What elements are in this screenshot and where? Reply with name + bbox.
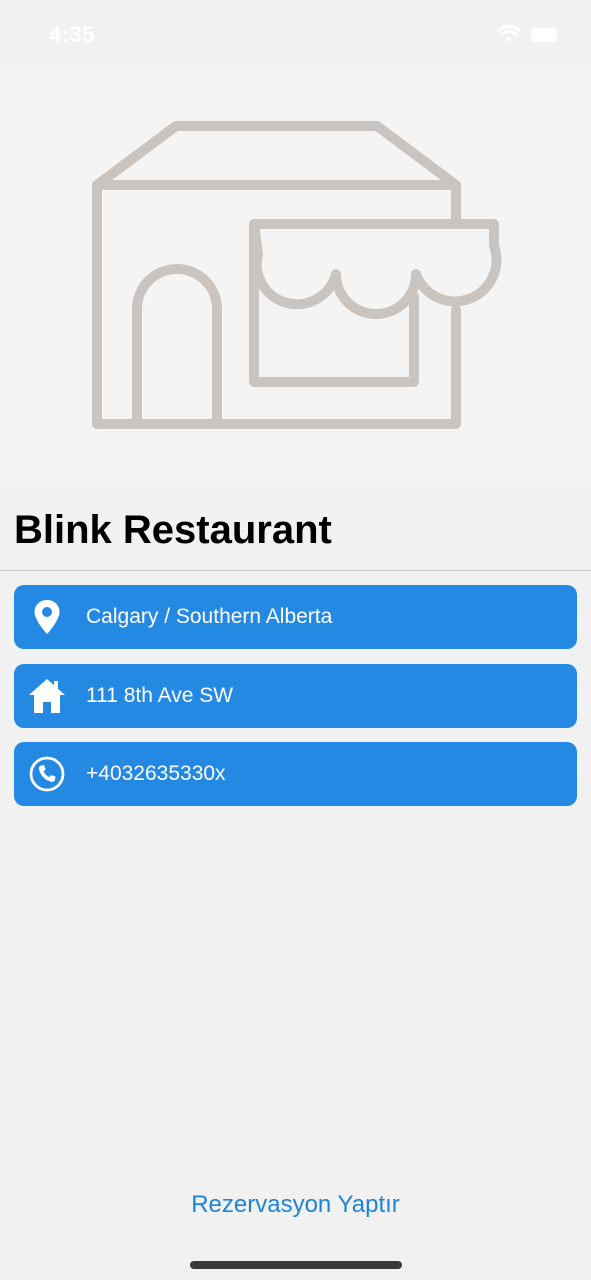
status-time: 4:35 bbox=[49, 22, 96, 47]
location-text: Calgary / Southern Alberta bbox=[86, 605, 333, 628]
reserve-button[interactable]: Rezervasyon Yaptır bbox=[0, 1183, 591, 1227]
status-icons bbox=[497, 24, 561, 46]
hero-image bbox=[0, 64, 591, 488]
storefront-icon bbox=[92, 121, 502, 429]
home-indicator[interactable] bbox=[190, 1261, 402, 1269]
address-row[interactable]: 111 8th Ave SW bbox=[14, 664, 577, 728]
wifi-icon bbox=[497, 24, 521, 42]
home-icon bbox=[29, 679, 65, 713]
phone-text: +4032635330x bbox=[86, 762, 226, 785]
address-text: 111 8th Ave SW bbox=[86, 684, 234, 707]
phone-icon bbox=[29, 756, 65, 792]
restaurant-name: Blink Restaurant bbox=[14, 508, 332, 552]
restaurant-detail-screen: 4:35 Blink Restaurant Calgary / Southern… bbox=[0, 0, 591, 1280]
location-row[interactable]: Calgary / Southern Alberta bbox=[14, 585, 577, 649]
battery-icon bbox=[531, 28, 557, 42]
location-pin-icon bbox=[34, 600, 60, 634]
status-bar: 4:35 bbox=[0, 0, 591, 64]
phone-row[interactable]: +4032635330x bbox=[14, 742, 577, 806]
title-divider bbox=[0, 570, 591, 571]
